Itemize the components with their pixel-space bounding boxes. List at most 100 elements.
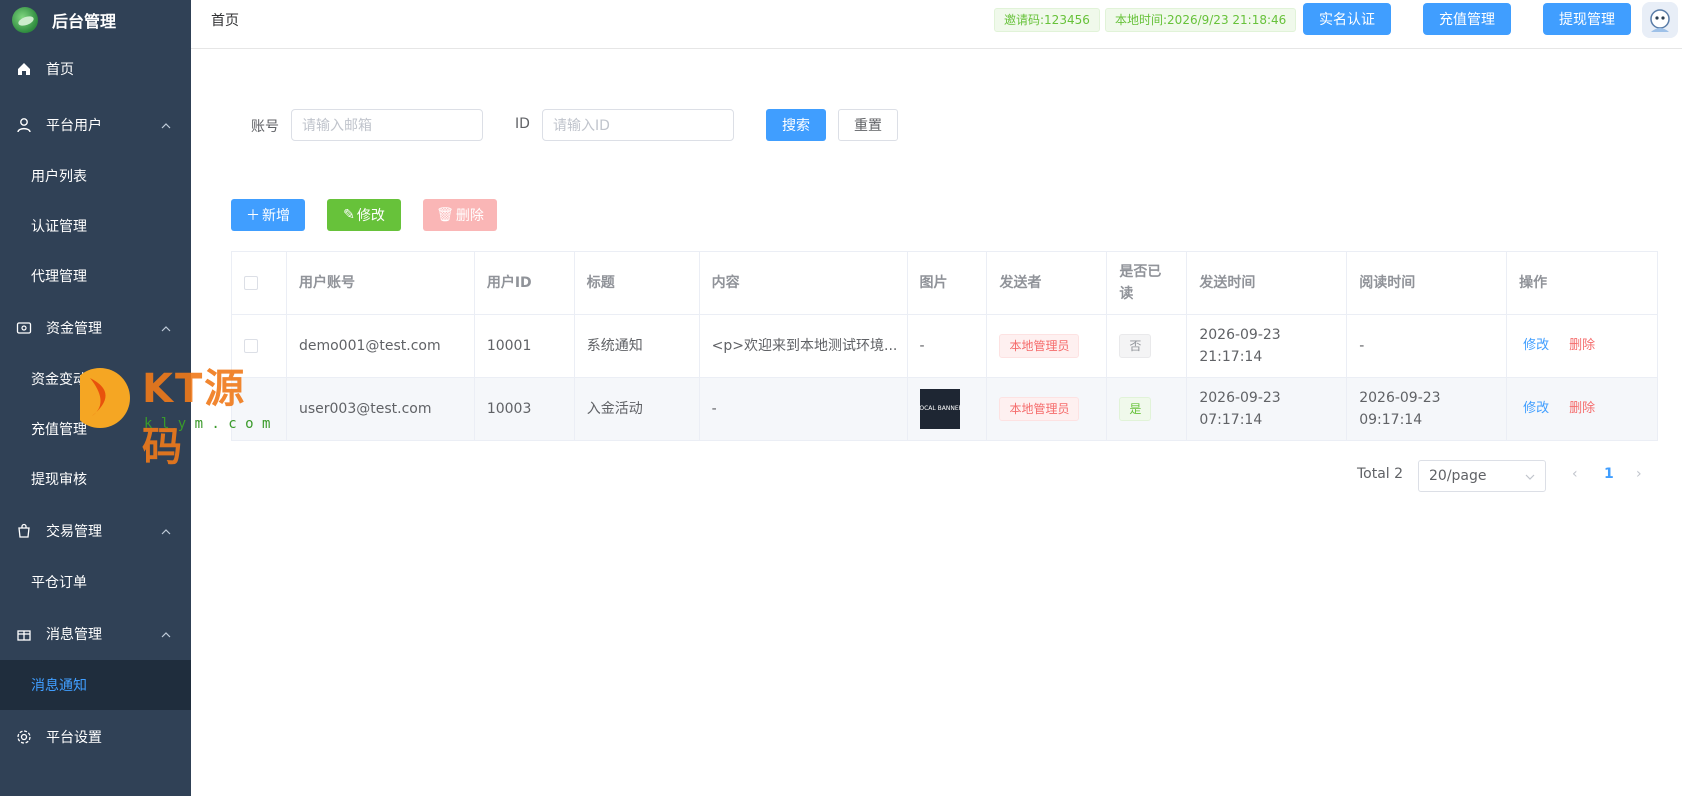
messages-table: 用户账号 用户ID 标题 内容 图片 发送者 是否已读 发送时间 阅读时间 操作… <box>231 251 1658 441</box>
column-header: 发送者 <box>987 252 1108 314</box>
chevron-up-icon <box>161 523 171 539</box>
chevron-down-icon <box>1525 468 1535 484</box>
account-label: 账号 <box>251 119 279 135</box>
sidebar-item-label: 首页 <box>46 62 74 78</box>
sidebar-item-label: 用户列表 <box>31 169 87 185</box>
sidebar-item-label: 消息管理 <box>46 626 102 643</box>
watermark: KT源码 k l y m . c o m <box>70 358 280 470</box>
send-time-cell: 2026-09-23 21:17:14 <box>1187 315 1348 377</box>
watermark-domain: k l y m . c o m <box>144 416 271 432</box>
row-checkbox[interactable] <box>244 339 258 353</box>
sidebar-item-label: 消息通知 <box>31 678 87 694</box>
next-page-icon[interactable]: › <box>1636 466 1642 482</box>
row-edit-link[interactable]: 修改 <box>1523 398 1549 420</box>
plus-icon: ＋ <box>246 208 260 224</box>
sidebar-item-home[interactable]: 首页 <box>0 40 191 98</box>
reset-button[interactable]: 重置 <box>838 109 898 141</box>
sidebar-item-funds[interactable]: 资金管理 <box>0 301 191 354</box>
actions-cell: 修改 删除 <box>1507 378 1658 440</box>
invite-code-badge: 邀请码:123456 <box>994 8 1100 32</box>
sidebar-item-trading[interactable]: 交易管理 <box>0 504 191 557</box>
id-input[interactable]: 请输入ID <box>542 109 734 141</box>
sidebar-item-label: 充值管理 <box>31 422 87 438</box>
actions-cell: 修改 删除 <box>1507 315 1658 377</box>
select-all-checkbox[interactable] <box>244 276 258 290</box>
row-delete-link[interactable]: 删除 <box>1569 398 1595 420</box>
app-title: 后台管理 <box>52 12 117 31</box>
avatar-image-icon <box>1642 2 1678 38</box>
withdraw-button[interactable]: 提现管理 <box>1543 3 1631 35</box>
sender-badge: 本地管理员 <box>999 334 1080 358</box>
add-button-label: 新增 <box>262 208 290 224</box>
realname-button[interactable]: 实名认证 <box>1303 3 1391 35</box>
sidebar-item-notifications[interactable]: 消息通知 <box>0 660 191 710</box>
row-edit-link[interactable]: 修改 <box>1523 335 1549 357</box>
gift-icon <box>16 626 32 642</box>
table-row[interactable]: user003@test.com 10003 入金活动 - LOCAL BANN… <box>232 378 1658 441</box>
bag-icon <box>16 523 32 539</box>
top-header: 首页 邀请码:123456 本地时间:2026/9/23 21:18:46 实名… <box>191 0 1682 49</box>
read-time: 09:17:14 <box>1359 412 1423 428</box>
table-header-row: 用户账号 用户ID 标题 内容 图片 发送者 是否已读 发送时间 阅读时间 操作 <box>232 252 1658 315</box>
sidebar-item-label: 代理管理 <box>31 269 87 285</box>
column-header: 阅读时间 <box>1347 252 1508 314</box>
wallet-icon <box>16 320 32 336</box>
edit-button-label: 修改 <box>356 208 385 224</box>
account-cell: demo001@test.com <box>287 315 475 377</box>
sidebar-item-verification[interactable]: 认证管理 <box>0 201 191 251</box>
sidebar-item-label: 提现审核 <box>31 472 87 488</box>
id-label: ID <box>515 116 530 132</box>
content-cell: - <box>700 378 908 440</box>
recharge-button[interactable]: 充值管理 <box>1423 3 1511 35</box>
column-header: 内容 <box>700 252 908 314</box>
sidebar-item-platform-users[interactable]: 平台用户 <box>0 98 191 151</box>
row-delete-link[interactable]: 删除 <box>1569 335 1595 357</box>
leaf-logo-icon <box>12 7 38 33</box>
avatar[interactable] <box>1642 2 1678 38</box>
read-date: 2026-09-23 <box>1359 390 1441 406</box>
column-header: 是否已读 <box>1107 252 1188 314</box>
send-time-cell: 2026-09-23 07:17:14 <box>1187 378 1348 440</box>
search-button[interactable]: 搜索 <box>766 109 826 141</box>
gear-icon <box>16 729 32 745</box>
column-header: 操作 <box>1507 252 1658 314</box>
pagination-total: Total 2 <box>1357 466 1404 482</box>
read-status-badge: 否 <box>1119 334 1152 358</box>
content-cell: <p>欢迎来到本地测试环境... <box>700 315 908 377</box>
banner-thumbnail[interactable]: LOCAL BANNER <box>919 389 960 429</box>
send-time: 21:17:14 <box>1199 349 1263 365</box>
trash-icon: 🗑 <box>436 207 454 223</box>
sender-badge: 本地管理员 <box>999 397 1080 421</box>
send-date: 2026-09-23 <box>1199 327 1281 343</box>
page-size-value: 20/page <box>1429 468 1487 484</box>
send-date: 2026-09-23 <box>1199 390 1281 406</box>
delete-button[interactable]: 🗑 删除 <box>423 199 497 231</box>
column-header: 用户账号 <box>287 252 475 314</box>
edit-button[interactable]: ✎ 修改 <box>327 199 401 231</box>
sender-cell: 本地管理员 <box>987 315 1108 377</box>
breadcrumb[interactable]: 首页 <box>211 10 239 30</box>
table-row[interactable]: demo001@test.com 10001 系统通知 <p>欢迎来到本地测试环… <box>232 315 1658 378</box>
sidebar-item-messages[interactable]: 消息管理 <box>0 607 191 660</box>
prev-page-icon[interactable]: ‹ <box>1572 466 1578 482</box>
user-id-cell: 10001 <box>475 315 575 377</box>
page-size-select[interactable]: 20/page <box>1418 460 1546 492</box>
image-cell: - <box>908 315 988 377</box>
sidebar-logo[interactable]: 后台管理 <box>0 0 191 40</box>
sidebar-item-agents[interactable]: 代理管理 <box>0 251 191 301</box>
sidebar-item-user-list[interactable]: 用户列表 <box>0 151 191 201</box>
account-cell: user003@test.com <box>287 378 475 440</box>
page-number-current[interactable]: 1 <box>1604 466 1614 482</box>
sidebar-item-closed-orders[interactable]: 平仓订单 <box>0 557 191 607</box>
column-header: 标题 <box>575 252 700 314</box>
sidebar-item-settings[interactable]: 平台设置 <box>0 710 191 763</box>
sidebar-item-label: 交易管理 <box>46 523 102 540</box>
user-id-cell: 10003 <box>475 378 575 440</box>
delete-button-label: 删除 <box>455 208 484 224</box>
column-header: 图片 <box>908 252 988 314</box>
chevron-up-icon <box>161 626 171 642</box>
add-button[interactable]: ＋新增 <box>231 199 305 231</box>
sender-cell: 本地管理员 <box>987 378 1108 440</box>
account-input[interactable]: 请输入邮箱 <box>291 109 483 141</box>
sidebar-item-label: 平台设置 <box>46 729 102 746</box>
